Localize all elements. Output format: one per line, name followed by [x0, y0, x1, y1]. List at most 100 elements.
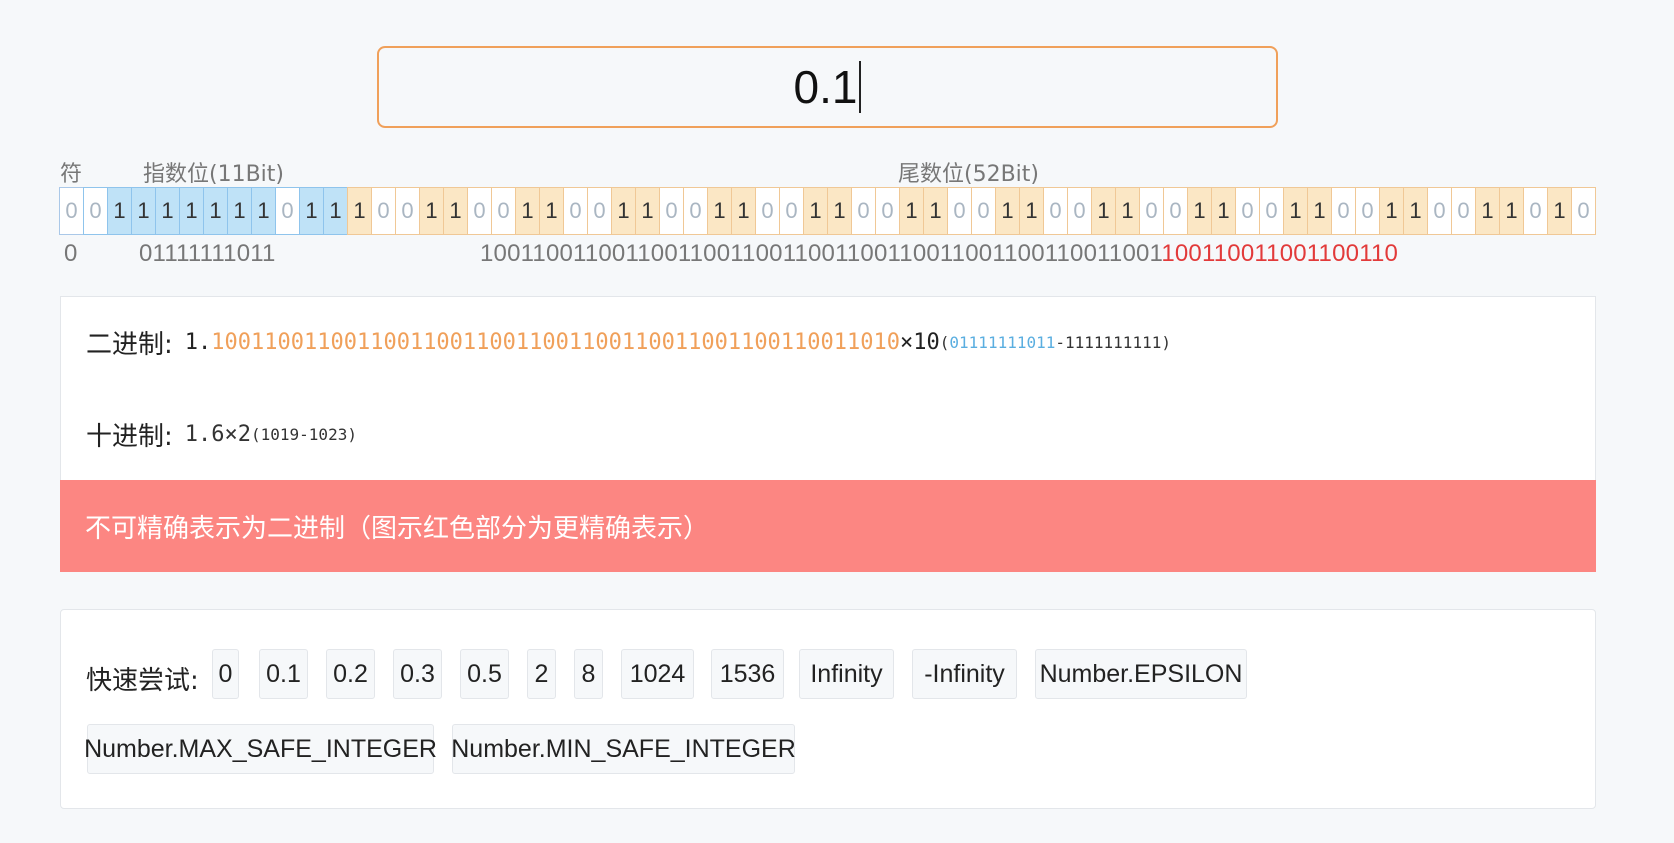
mantissa-bit: 0 [1331, 187, 1356, 235]
mantissa-bit: 1 [539, 187, 564, 235]
quick-try-button[interactable]: 0.5 [460, 649, 509, 699]
quick-try-panel: 快速尝试: 0 0.1 0.2 0.3 0.5 2 8 1024 1536 Infinity -In… [60, 609, 1596, 809]
mantissa-bit: 1 [515, 187, 540, 235]
binary-exponent-bias: -1111111111 [1055, 333, 1162, 352]
mantissa-bit: 1 [1187, 187, 1212, 235]
binary-fraction: 1001100110011001100110011001100110011001… [211, 330, 901, 355]
mantissa-bit: 0 [875, 187, 900, 235]
mantissa-bit: 1 [1283, 187, 1308, 235]
quick-try-button[interactable]: 2 [527, 649, 556, 699]
binary-lead: 1. [184, 330, 212, 355]
mantissa-bit: 1 [1499, 187, 1524, 235]
exponent-label: 指数位(11Bit) [143, 162, 284, 187]
quick-try-button[interactable]: 1024 [621, 649, 694, 699]
mantissa-bit: 0 [1427, 187, 1452, 235]
number-input[interactable]: 0.1 [377, 46, 1278, 128]
mantissa-bit: 1 [611, 187, 636, 235]
quick-try-button[interactable]: 0.1 [259, 649, 308, 699]
exp-open-paren: ( [939, 333, 950, 352]
text-caret [859, 61, 862, 113]
exponent-bit: 1 [203, 187, 228, 235]
quick-try-label: 快速尝试: [86, 666, 199, 696]
decimal-exponent: (1019-1023) [251, 424, 357, 444]
mantissa-bit: 1 [443, 187, 468, 235]
mantissa-bit: 1 [1379, 187, 1404, 235]
mantissa-bit: 0 [779, 187, 804, 235]
mantissa-bit: 0 [1235, 187, 1260, 235]
exponent-bit: 1 [299, 187, 324, 235]
binary-label: 二进制: [86, 330, 173, 360]
mantissa-bit: 1 [803, 187, 828, 235]
mantissa-bit: 0 [1067, 187, 1092, 235]
mantissa-bit: 0 [971, 187, 996, 235]
mantissa-bit: 0 [1163, 187, 1188, 235]
mantissa-bit: 1 [731, 187, 756, 235]
mantissa-bit: 1 [419, 187, 444, 235]
exponent-bit: 0 [83, 187, 108, 235]
mantissa-bit: 0 [947, 187, 972, 235]
mantissa-bit: 0 [491, 187, 516, 235]
exponent-bit: 1 [107, 187, 132, 235]
quick-try-button[interactable]: 0 [212, 649, 239, 699]
mantissa-bit: 1 [1547, 187, 1572, 235]
quick-try-button[interactable]: 0.2 [326, 649, 375, 699]
mantissa-bit: 1 [923, 187, 948, 235]
binary-exponent: (01111111011-1111111111) [940, 333, 1171, 352]
quick-try-button[interactable]: 0.3 [393, 649, 442, 699]
quick-try-button[interactable]: Number.MIN_SAFE_INTEGER [451, 724, 796, 774]
mantissa-bit: 0 [1043, 187, 1068, 235]
exponent-bit: 1 [227, 187, 252, 235]
sign-bit-string: 0 [64, 240, 78, 267]
quick-try-button[interactable]: Number.MAX_SAFE_INTEGER [84, 724, 437, 774]
mantissa-bit: 0 [563, 187, 588, 235]
mantissa-bit: 1 [347, 187, 372, 235]
mantissa-bit: 1 [1211, 187, 1236, 235]
mantissa-bit: 0 [755, 187, 780, 235]
binary-times: ×10 [900, 330, 940, 355]
decimal-value: 1.6×2 [184, 421, 251, 447]
sign-bit: 0 [59, 187, 84, 235]
mantissa-main-bits: 1001100110011001100110011001100110011001… [480, 240, 1162, 267]
exponent-bit: 1 [131, 187, 156, 235]
exp-close-paren: ) [1161, 333, 1171, 352]
exponent-bit-string: 01111111011 [139, 240, 276, 267]
mantissa-bit: 0 [1139, 187, 1164, 235]
mantissa-bit: 1 [1403, 187, 1428, 235]
exponent-bit: 1 [323, 187, 348, 235]
quick-try-button[interactable]: 8 [574, 649, 603, 699]
binary-exponent-bits: 01111111011 [949, 333, 1056, 352]
mantissa-bit: 0 [1523, 187, 1548, 235]
exponent-bit: 1 [251, 187, 276, 235]
mantissa-bit: 1 [1307, 187, 1332, 235]
quick-try-button[interactable]: Infinity [799, 649, 894, 699]
decimal-label: 十进制: [86, 421, 173, 452]
mantissa-bit: 0 [683, 187, 708, 235]
mantissa-bit: 1 [1091, 187, 1116, 235]
exponent-bit: 0 [275, 187, 300, 235]
mantissa-bit: 1 [1115, 187, 1140, 235]
quick-try-button[interactable]: -Infinity [912, 649, 1017, 699]
mantissa-bit: 0 [1571, 187, 1596, 235]
mantissa-bit: 0 [659, 187, 684, 235]
mantissa-bit: 0 [587, 187, 612, 235]
mantissa-bit: 1 [1475, 187, 1500, 235]
mantissa-bit: 0 [467, 187, 492, 235]
number-input-value[interactable]: 0.1 [794, 60, 858, 114]
mantissa-bit: 1 [707, 187, 732, 235]
mantissa-bit-string: 1001100110011001100110011001100110011001… [480, 240, 1398, 268]
exponent-bit: 1 [179, 187, 204, 235]
quick-try-button[interactable]: Number.EPSILON [1035, 649, 1247, 699]
mantissa-bit: 1 [899, 187, 924, 235]
mantissa-bit: 0 [1451, 187, 1476, 235]
mantissa-label: 尾数位(52Bit) [898, 162, 1039, 187]
mantissa-bit: 0 [1259, 187, 1284, 235]
mantissa-precise-bits: 100110011001100110 [1161, 240, 1399, 267]
mantissa-bit: 0 [371, 187, 396, 235]
bit-grid: 0011111110111001100110011001100110011001… [59, 187, 1596, 235]
quick-try-button[interactable]: 1536 [711, 649, 784, 699]
exponent-bit: 1 [155, 187, 180, 235]
mantissa-bit: 1 [995, 187, 1020, 235]
binary-row: 二进制: 1. 10011001100110011001100110011001… [60, 296, 1596, 389]
imprecise-warning: 不可精确表示为二进制（图示红色部分为更精确表示） [60, 480, 1596, 572]
mantissa-bit: 1 [827, 187, 852, 235]
